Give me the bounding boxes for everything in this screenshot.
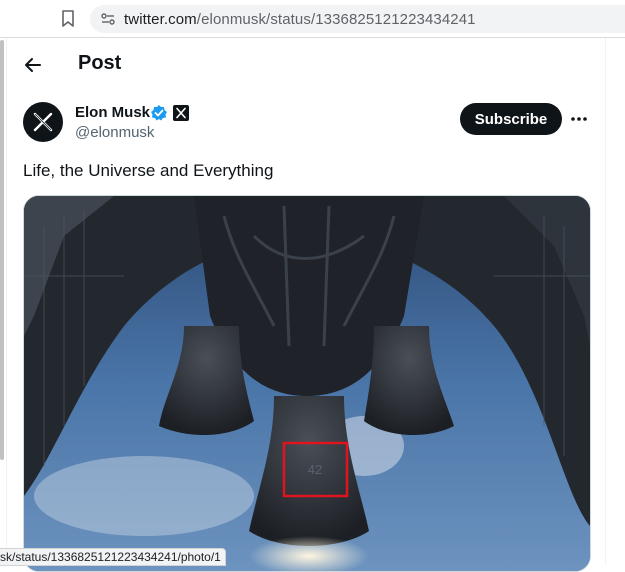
post-image[interactable]: 42: [23, 195, 591, 572]
column-divider-right: [605, 38, 606, 564]
page-scrollbar[interactable]: [0, 40, 4, 460]
post-text: Life, the Universe and Everything: [23, 161, 274, 180]
url-text[interactable]: twitter.com/elonmusk/status/133682512122…: [124, 11, 476, 28]
browser-toolbar: twitter.com/elonmusk/status/133682512122…: [0, 0, 625, 38]
link-status-bubble: sk/status/1336825121223434241/photo/1: [0, 548, 226, 566]
page-title: Post: [78, 52, 122, 74]
back-button[interactable]: [16, 48, 50, 82]
avatar[interactable]: [23, 102, 63, 142]
engine-number-label: 42: [308, 462, 322, 477]
author-handle[interactable]: @elonmusk: [75, 124, 154, 141]
column-divider-left: [6, 38, 7, 564]
url-path: /elonmusk/status/1336825121223434241: [196, 11, 476, 28]
more-options-button[interactable]: [566, 106, 592, 132]
address-bar[interactable]: twitter.com/elonmusk/status/133682512122…: [90, 5, 625, 33]
url-host: twitter.com: [124, 11, 197, 28]
author-name[interactable]: Elon Musk: [75, 104, 150, 121]
site-info-icon[interactable]: [100, 11, 116, 27]
bookmark-icon[interactable]: [60, 9, 76, 28]
subscribe-button[interactable]: Subscribe: [460, 103, 562, 135]
verified-badge-icon: [150, 104, 168, 122]
ellipsis-icon: [571, 117, 587, 121]
arrow-left-icon: [25, 58, 41, 72]
affiliate-x-badge-icon: [173, 105, 189, 121]
x-logo-icon: [33, 112, 53, 132]
